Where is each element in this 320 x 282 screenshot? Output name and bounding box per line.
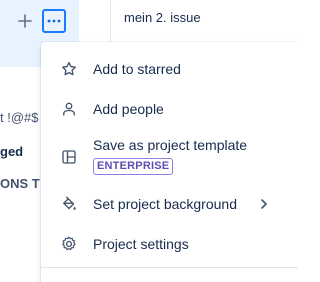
project-actions-menu: Add to starred Add people Save as projec… (41, 42, 298, 282)
sidebar-text-3: ONS T (0, 176, 40, 191)
menu-divider (41, 267, 298, 268)
menu-item-save-as-template[interactable]: Save as project template ENTERPRISE (41, 134, 298, 178)
issue-title[interactable]: mein 2. issue (124, 10, 201, 25)
menu-item-label: Add to starred (93, 61, 181, 77)
menu-item-label: Save as project template (93, 137, 248, 153)
paint-bucket-icon (59, 194, 79, 214)
template-icon (59, 147, 79, 167)
menu-item-project-settings[interactable]: Project settings (41, 231, 298, 257)
gear-icon (59, 234, 79, 254)
menu-item-add-people[interactable]: Add people (41, 96, 298, 122)
menu-item-label: Add people (93, 101, 164, 117)
more-horizontal-icon (47, 19, 61, 23)
add-button[interactable] (13, 9, 37, 33)
menu-item-label: Project settings (93, 236, 189, 252)
chevron-right-icon (256, 196, 272, 212)
app-root: t !@#$ ged ONS T mein 2. issue Add to st… (0, 0, 298, 282)
person-icon (59, 99, 79, 119)
enterprise-badge: ENTERPRISE (93, 158, 174, 175)
star-icon (59, 59, 79, 79)
sidebar-text-1: t !@#$ (0, 110, 39, 125)
menu-item-set-background[interactable]: Set project background (41, 191, 298, 217)
menu-item-add-to-starred[interactable]: Add to starred (41, 56, 298, 82)
sidebar-text-2: ged (0, 144, 24, 159)
plus-icon (18, 14, 32, 28)
menu-item-label: Set project background (93, 196, 237, 212)
more-actions-button[interactable] (42, 9, 66, 33)
